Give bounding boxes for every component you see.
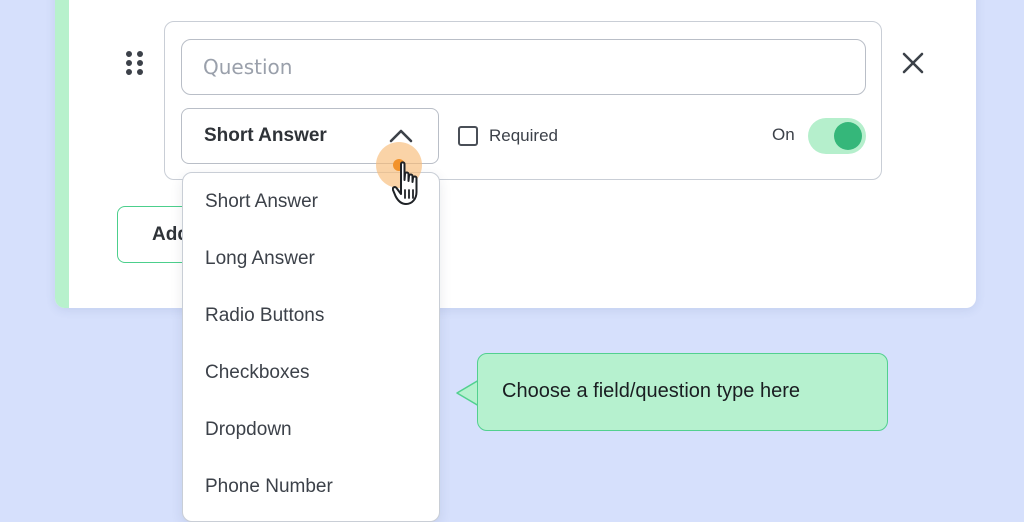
callout-text: Choose a field/question type here (502, 380, 800, 402)
field-type-dropdown-menu: Short Answer Long Answer Radio Buttons C… (182, 172, 440, 522)
toggle-label: On (772, 125, 795, 144)
dropdown-option-long-answer[interactable]: Long Answer (205, 248, 315, 270)
question-input[interactable] (181, 39, 866, 95)
card-accent-bar (55, 0, 69, 308)
dropdown-option-phone-number[interactable]: Phone Number (205, 476, 333, 498)
on-toggle-switch[interactable] (808, 118, 866, 154)
required-checkbox-group[interactable]: Required (458, 124, 558, 148)
dropdown-option-checkboxes[interactable]: Checkboxes (205, 362, 310, 384)
drag-handle-icon[interactable] (126, 51, 144, 75)
click-indicator (376, 142, 436, 212)
required-checkbox[interactable] (458, 126, 478, 146)
dropdown-option-short-answer[interactable]: Short Answer (205, 191, 318, 213)
close-icon[interactable] (898, 48, 928, 78)
field-type-selected-label: Short Answer (204, 125, 327, 146)
callout-tooltip: Choose a field/question type here (477, 353, 888, 431)
hand-pointer-icon (391, 160, 432, 212)
dropdown-option-radio-buttons[interactable]: Radio Buttons (205, 305, 324, 327)
required-label: Required (489, 126, 558, 145)
toggle-knob (834, 122, 862, 150)
dropdown-option-dropdown[interactable]: Dropdown (205, 419, 292, 441)
